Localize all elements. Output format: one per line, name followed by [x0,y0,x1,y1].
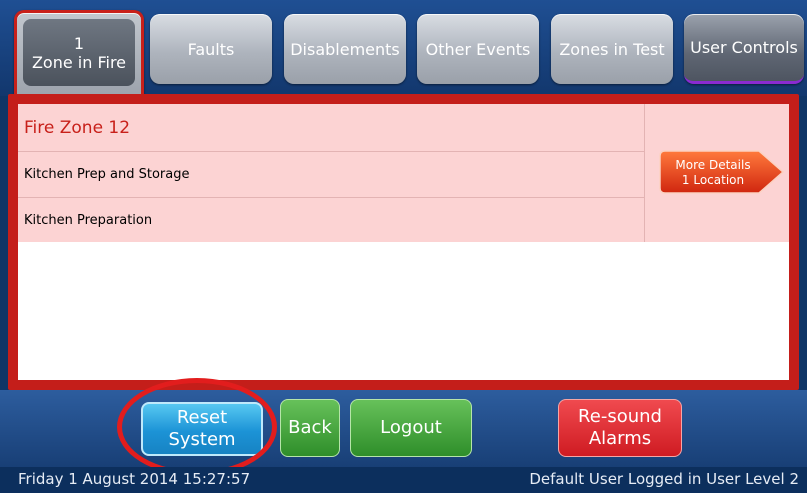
tab-zone-in-fire-face: 1 Zone in Fire [23,19,135,86]
back-label: Back [288,417,332,438]
alarm-entry[interactable]: Fire Zone 12 Kitchen Prep and Storage Ki… [18,104,789,242]
alarm-description: Kitchen Preparation [18,198,644,242]
tab-disablements-label: Disablements [290,39,400,59]
fire-event-panel: Fire Zone 12 Kitchen Prep and Storage Ki… [8,94,799,390]
alarm-location-text: Kitchen Prep and Storage [24,167,190,182]
highlight-circle [117,378,277,476]
alarm-zone-name: Fire Zone 12 [18,104,644,152]
status-user: Default User Logged in User Level 2 [529,470,799,488]
alarm-zone-text: Fire Zone 12 [24,117,131,138]
tab-zones-in-test-label: Zones in Test [559,39,665,59]
resound-label-line2: Alarms [588,428,652,449]
alarm-description-text: Kitchen Preparation [24,212,153,228]
more-details-line1: More Details [675,158,751,172]
resound-label-line1: Re-sound [578,406,662,427]
zone-in-fire-label: Zone in Fire [31,52,127,72]
status-datetime: Friday 1 August 2014 15:27:57 [18,470,251,488]
logout-label: Logout [380,417,442,438]
more-details-button[interactable]: More Details 1 Location [659,150,785,194]
resound-alarms-button[interactable]: Re-sound Alarms [558,399,682,457]
tab-zones-in-test[interactable]: Zones in Test [551,14,673,84]
tab-faults[interactable]: Faults [150,14,272,84]
tab-user-controls-label: User Controls [690,38,798,57]
more-details-label: More Details 1 Location [659,158,767,188]
tab-user-controls[interactable]: User Controls [684,14,804,84]
tab-disablements[interactable]: Disablements [284,14,406,84]
tab-other-events-label: Other Events [425,39,531,59]
back-button[interactable]: Back [280,399,340,457]
status-bar: Friday 1 August 2014 15:27:57 Default Us… [0,467,807,493]
event-tab-bar: 1 Zone in Fire Faults Disablements Other… [0,0,807,96]
tab-other-events[interactable]: Other Events [417,14,539,84]
tab-faults-label: Faults [187,39,235,59]
alarm-actions: More Details 1 Location [644,104,790,242]
more-details-line2: 1 Location [681,173,745,187]
alarm-location: Kitchen Prep and Storage [18,152,644,198]
logout-button[interactable]: Logout [350,399,472,457]
tab-zone-in-fire[interactable]: 1 Zone in Fire [14,10,144,96]
event-list: Fire Zone 12 Kitchen Prep and Storage Ki… [18,104,789,380]
zone-in-fire-count: 1 [73,33,85,53]
